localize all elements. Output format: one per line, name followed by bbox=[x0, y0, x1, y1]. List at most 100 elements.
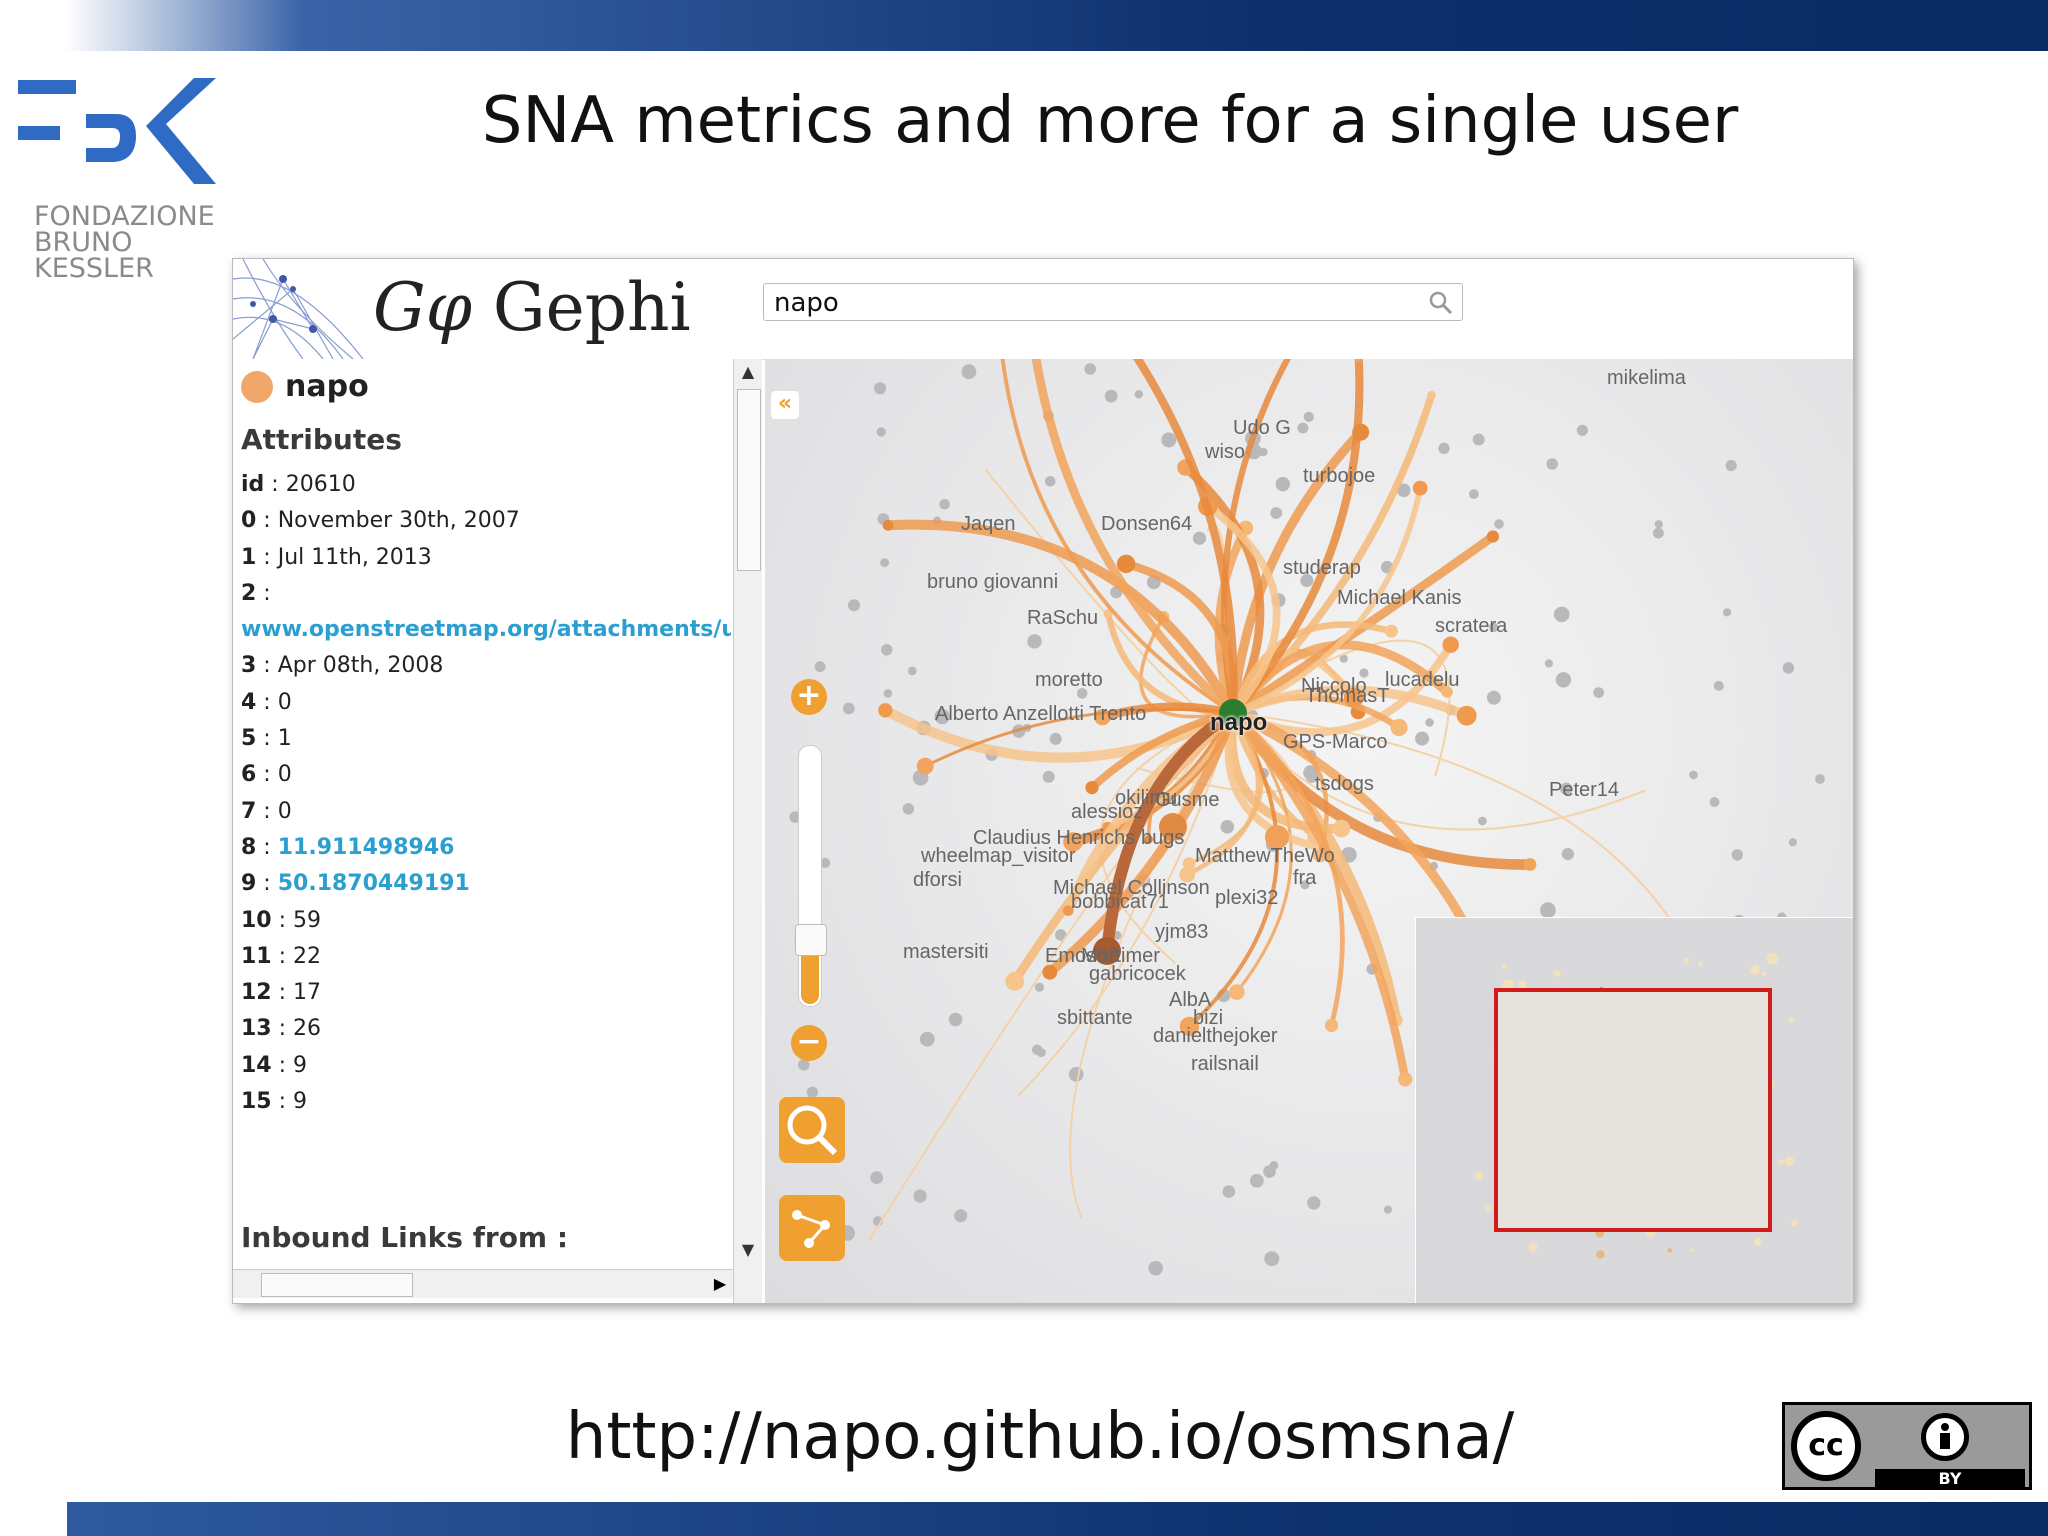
attribute-key: 5 bbox=[241, 726, 257, 752]
attribute-value[interactable]: 11.911498946 bbox=[278, 835, 455, 860]
graph-node-label[interactable]: sbittante bbox=[1057, 1007, 1133, 1030]
graph-node bbox=[848, 599, 860, 612]
graph-node-label[interactable]: yjm83 bbox=[1155, 921, 1208, 944]
minimap-node bbox=[1528, 1242, 1538, 1253]
graph-node bbox=[1031, 1044, 1043, 1055]
graph-node-label[interactable]: Alberto Anzellotti Trento bbox=[935, 703, 1146, 726]
graph-node bbox=[954, 1209, 968, 1223]
inbound-heading: Inbound Links from : bbox=[241, 1221, 569, 1254]
graph-node-label[interactable]: GPS-Marco bbox=[1283, 731, 1387, 754]
graph-node-label[interactable]: tsdogs bbox=[1315, 773, 1374, 796]
zoom-slider-knob[interactable] bbox=[795, 924, 827, 956]
vertical-scroll-thumb[interactable] bbox=[737, 389, 761, 571]
attribute-row[interactable]: 8 : 11.911498946 bbox=[241, 830, 731, 866]
graph-node-label[interactable]: plexi32 bbox=[1215, 887, 1278, 910]
scroll-up-icon[interactable]: ▲ bbox=[734, 359, 762, 385]
inbound-item[interactable]: RaSchu bbox=[241, 1303, 731, 1304]
graph-node bbox=[902, 803, 915, 815]
panel-horizontal-scrollbar[interactable]: ▶ bbox=[233, 1269, 733, 1298]
search-tool-button[interactable] bbox=[779, 1097, 845, 1163]
attribute-row[interactable]: www.openstreetmap.org/attachments/us bbox=[241, 612, 731, 648]
zoom-slider[interactable] bbox=[795, 745, 827, 1007]
search-value: napo bbox=[774, 288, 839, 318]
attribute-value: 20610 bbox=[285, 472, 356, 497]
project-url: http://napo.github.io/osmsna/ bbox=[565, 1400, 1515, 1474]
magnifier-icon bbox=[787, 1105, 838, 1156]
graph-node-label[interactable]: turbojoe bbox=[1303, 465, 1375, 488]
graph-node-label[interactable]: danielthejoker bbox=[1153, 1025, 1278, 1048]
search-input[interactable]: napo bbox=[763, 283, 1463, 321]
panel-vertical-scrollbar[interactable]: ▲ ▼ bbox=[733, 359, 762, 1303]
graph-node-label[interactable]: bruno giovanni bbox=[927, 571, 1058, 594]
graph-node bbox=[814, 661, 826, 673]
attribute-row: id : 20610 bbox=[241, 472, 356, 497]
attribute-value[interactable]: 50.1870449191 bbox=[278, 871, 470, 896]
graph-node-label[interactable]: ThomasT bbox=[1305, 685, 1389, 708]
graph-node-label[interactable]: wiso bbox=[1205, 441, 1245, 464]
attribute-row: 13 : 26 bbox=[241, 1016, 322, 1042]
graph-node bbox=[1523, 858, 1537, 871]
graph-node bbox=[1161, 432, 1177, 448]
graph-node-label[interactable]: scratera bbox=[1435, 615, 1507, 638]
graph-node bbox=[1049, 732, 1062, 745]
attribute-row: 15 : 9 bbox=[241, 1089, 308, 1115]
minimap-viewport[interactable] bbox=[1494, 988, 1772, 1232]
graph-node-label[interactable]: MatthewTheWo bbox=[1195, 845, 1335, 868]
graph-node bbox=[1192, 531, 1207, 545]
attribute-row[interactable]: 9 : 50.1870449191 bbox=[241, 866, 731, 902]
graph-node-label[interactable]: wheelmap_visitor bbox=[921, 845, 1076, 868]
graph-node-label[interactable]: mikelima bbox=[1607, 367, 1686, 390]
collapse-panel-button[interactable]: « bbox=[771, 391, 799, 419]
scroll-right-icon[interactable]: ▶ bbox=[707, 1270, 733, 1298]
graph-node bbox=[1264, 1251, 1280, 1267]
graph-node bbox=[1494, 519, 1504, 529]
graph-node-label[interactable]: fra bbox=[1293, 867, 1316, 890]
graph-node-label[interactable]: Udo G bbox=[1233, 417, 1291, 440]
attribute-row: 0 : November 30th, 2007 bbox=[241, 508, 520, 534]
graph-node-label[interactable]: moretto bbox=[1035, 669, 1103, 692]
graph-node-label[interactable]: Michael Kanis bbox=[1337, 587, 1462, 610]
graph-node-label[interactable]: railsnail bbox=[1191, 1053, 1259, 1076]
zoom-in-button[interactable]: + bbox=[791, 679, 827, 715]
graph-minimap[interactable] bbox=[1415, 917, 1853, 1303]
graph-node bbox=[1332, 819, 1351, 838]
minimap-node bbox=[1790, 1219, 1798, 1226]
graph-node-label[interactable]: lucadelu bbox=[1385, 669, 1460, 692]
scroll-down-icon[interactable]: ▼ bbox=[734, 1237, 762, 1263]
graph-node-label[interactable]: Peter14 bbox=[1549, 779, 1619, 802]
graph-node bbox=[1427, 390, 1436, 400]
graph-node bbox=[1472, 433, 1485, 446]
graph-node-label[interactable]: bobbicat71 bbox=[1071, 891, 1169, 914]
node-name: napo bbox=[285, 369, 369, 404]
graph-node bbox=[1412, 480, 1428, 496]
graph-node-label[interactable]: studerap bbox=[1283, 557, 1361, 580]
graph-node bbox=[1709, 797, 1720, 807]
graph-node bbox=[876, 427, 886, 437]
graph-node-label[interactable]: mastersiti bbox=[903, 941, 989, 964]
graph-node bbox=[1486, 530, 1499, 543]
graph-node-label[interactable]: alessioz bbox=[1071, 801, 1143, 824]
graph-node-label[interactable]: Donsen64 bbox=[1101, 513, 1192, 536]
graph-node-label[interactable]: gabricocek bbox=[1089, 963, 1186, 986]
attribute-value[interactable]: www.openstreetmap.org/attachments/us bbox=[241, 617, 731, 642]
horizontal-scroll-thumb[interactable] bbox=[261, 1273, 413, 1297]
center-node-label[interactable]: napo bbox=[1210, 709, 1267, 737]
graph-node bbox=[1398, 1072, 1413, 1087]
graph-node-label[interactable]: bugs bbox=[1141, 827, 1184, 850]
graph-node bbox=[1415, 731, 1430, 746]
graph-node-label[interactable]: Gusme bbox=[1155, 789, 1219, 812]
search-icon[interactable] bbox=[1428, 290, 1454, 316]
graph-node bbox=[878, 703, 893, 718]
zoom-out-button[interactable]: − bbox=[791, 1025, 827, 1061]
attribution-icon bbox=[1921, 1413, 1969, 1461]
path-tool-button[interactable] bbox=[779, 1195, 845, 1261]
graph-node-label[interactable]: dforsi bbox=[913, 869, 962, 892]
graph-node-label[interactable]: Jaqen bbox=[961, 513, 1016, 536]
graph-canvas[interactable]: mikelima Udo Gwiso turbojoe Jaqen Donsen64 st… bbox=[765, 359, 1853, 1303]
graph-node bbox=[1544, 659, 1553, 668]
minimap-node bbox=[1778, 1158, 1785, 1165]
graph-node bbox=[948, 1012, 963, 1027]
graph-node-label[interactable]: RaSchu bbox=[1027, 607, 1098, 630]
gephi-logo: Gφ Gephi bbox=[373, 269, 691, 346]
graph-node bbox=[1303, 411, 1314, 422]
